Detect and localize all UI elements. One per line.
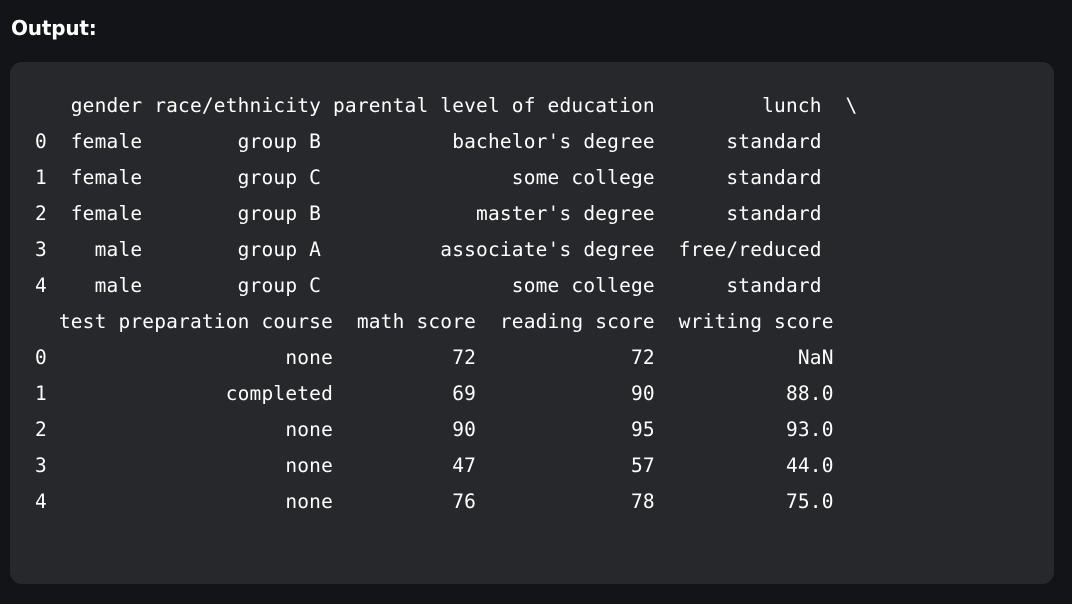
output-line: 4 none 76 78 75.0 — [35, 490, 834, 513]
output-line: 2 none 90 95 93.0 — [35, 418, 834, 441]
output-line: test preparation course math score readi… — [35, 310, 834, 333]
output-line: 4 male group C some college standard — [35, 274, 858, 297]
output-line: 1 completed 69 90 88.0 — [35, 382, 834, 405]
output-line: 1 female group C some college standard — [35, 166, 858, 189]
output-line: 0 none 72 72 NaN — [35, 346, 834, 369]
output-line: gender race/ethnicity parental level of … — [35, 94, 858, 117]
output-line: 2 female group B master's degree standar… — [35, 202, 858, 225]
output-line: 0 female group B bachelor's degree stand… — [35, 130, 858, 153]
dataframe-output: gender race/ethnicity parental level of … — [35, 88, 857, 520]
output-heading: Output: — [11, 16, 97, 40]
output-code-panel: gender race/ethnicity parental level of … — [10, 62, 1054, 584]
output-line: 3 none 47 57 44.0 — [35, 454, 834, 477]
output-line: 3 male group A associate's degree free/r… — [35, 238, 858, 261]
